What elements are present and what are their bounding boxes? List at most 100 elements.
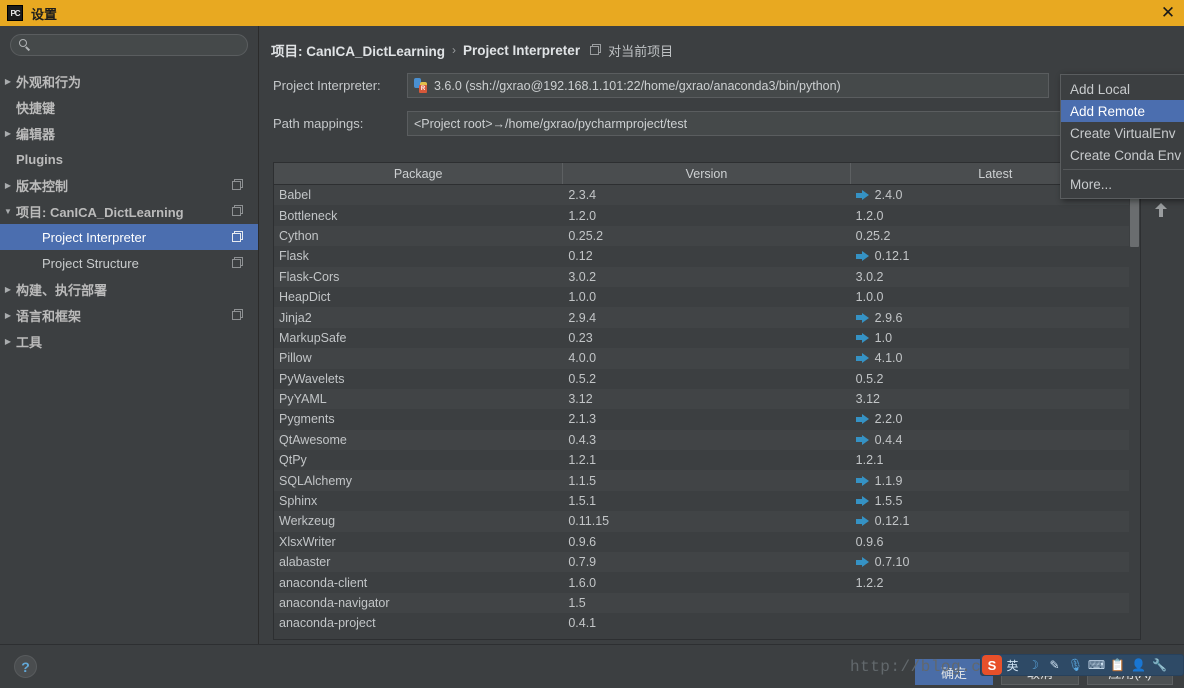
path-mappings-field[interactable]: <Project root>→/home/gxrao/pycharmprojec…	[407, 111, 1107, 136]
column-header-package[interactable]: Package	[274, 163, 564, 184]
breadcrumb-project[interactable]: 项目: CanICA_DictLearning	[271, 40, 445, 60]
table-row[interactable]: Werkzeug 0.11.15 0.12.1	[274, 511, 1140, 532]
table-row[interactable]: anaconda-navigator 1.5	[274, 592, 1140, 614]
table-row[interactable]: anaconda-client 1.6.0 1.2.2	[274, 572, 1140, 593]
search-input[interactable]	[37, 38, 237, 52]
cell-package: Flask	[279, 249, 309, 264]
ime-icon-7[interactable]: 🔧	[1149, 655, 1170, 675]
table-row[interactable]: Babel 2.3.4 2.4.0	[274, 185, 1140, 206]
interpreter-combo[interactable]: R 3.6.0 (ssh://gxrao@192.168.1.101:22/ho…	[407, 73, 1049, 98]
table-row[interactable]: MarkupSafe 0.23 1.0	[274, 327, 1140, 349]
window-title: 设置	[31, 6, 58, 22]
ime-toolbar: S 英 ☽ ✎ 🎙 ⌨ 📋 👤 🔧	[980, 654, 1184, 676]
chevron-down-icon[interactable]: ▼	[0, 207, 16, 216]
cell-package: SQLAlchemy	[279, 473, 352, 488]
ime-icon-2[interactable]: ✎	[1044, 655, 1065, 675]
sidebar-item-0[interactable]: ▶ 外观和行为	[0, 68, 258, 94]
table-row[interactable]: Flask-Cors 3.0.2 3.0.2	[274, 266, 1140, 287]
menu-item-1[interactable]: Add Remote	[1061, 100, 1184, 122]
cell-package: Cython	[279, 228, 319, 243]
sidebar-item-3[interactable]: Plugins	[0, 146, 258, 172]
menu-item-3[interactable]: Create Conda Env	[1061, 144, 1184, 166]
table-row[interactable]: Pillow 4.0.0 4.1.0	[274, 348, 1140, 369]
ime-icon-3[interactable]: 🎙	[1065, 655, 1086, 675]
chevron-right-icon[interactable]: ▶	[0, 181, 16, 190]
table-row[interactable]: Sphinx 1.5.1 1.5.5	[274, 490, 1140, 512]
copy-settings-icon[interactable]	[590, 44, 602, 56]
table-row[interactable]: QtPy 1.2.1 1.2.1	[274, 450, 1140, 471]
latest-version-text: 4.1.0	[874, 351, 903, 366]
cell-latest: 0.5.2	[851, 369, 1140, 389]
copy-settings-icon[interactable]	[232, 309, 244, 321]
ime-icon-0[interactable]: 英	[1002, 655, 1023, 675]
cell-version: 0.12	[568, 249, 593, 264]
cell-package: anaconda-project	[279, 616, 376, 631]
sidebar-item-7[interactable]: Project Structure	[0, 250, 258, 276]
column-header-version[interactable]: Version	[563, 163, 851, 184]
sidebar-item-8[interactable]: ▶ 构建、执行部署	[0, 276, 258, 302]
chevron-right-icon[interactable]: ▶	[0, 285, 16, 294]
help-button[interactable]: ?	[14, 655, 37, 678]
breadcrumb-scope-note: 对当前项目	[608, 43, 674, 59]
cell-latest: 0.9.6	[851, 532, 1140, 552]
ime-logo-icon[interactable]: S	[982, 655, 1002, 675]
sidebar-item-2[interactable]: ▶ 编辑器	[0, 120, 258, 146]
chevron-right-icon[interactable]: ▶	[0, 77, 16, 86]
sidebar-item-10[interactable]: ▶ 工具	[0, 328, 258, 354]
latest-version-text: 1.0	[874, 330, 893, 345]
table-row[interactable]: Cython 0.25.2 0.25.2	[274, 225, 1140, 247]
copy-settings-icon[interactable]	[232, 231, 244, 243]
table-row[interactable]: Pygments 2.1.3 2.2.0	[274, 409, 1140, 430]
table-row[interactable]: Jinja2 2.9.4 2.9.6	[274, 307, 1140, 328]
chevron-right-icon[interactable]: ▶	[0, 129, 16, 138]
table-row[interactable]: PyYAML 3.12 3.12	[274, 388, 1140, 410]
sidebar-item-4[interactable]: ▶ 版本控制	[0, 172, 258, 198]
cell-latest	[851, 593, 1140, 613]
table-row[interactable]: Bottleneck 1.2.0 1.2.0	[274, 205, 1140, 226]
sidebar-item-5[interactable]: ▼ 项目: CanICA_DictLearning	[0, 198, 258, 224]
upgrade-package-button[interactable]	[1146, 195, 1176, 225]
latest-version-text: 2.2.0	[874, 412, 903, 427]
cell-latest: 3.12	[851, 389, 1140, 409]
ime-icon-4[interactable]: ⌨	[1086, 655, 1107, 675]
table-row[interactable]: anaconda-project 0.4.1	[274, 613, 1140, 634]
table-row[interactable]: QtAwesome 0.4.3 0.4.4	[274, 429, 1140, 451]
sidebar-item-1[interactable]: 快捷键	[0, 94, 258, 120]
cell-version: 0.11.15	[568, 514, 610, 529]
table-row[interactable]: PyWavelets 0.5.2 0.5.2	[274, 368, 1140, 389]
table-row[interactable]: SQLAlchemy 1.1.5 1.1.9	[274, 470, 1140, 491]
search-box[interactable]	[10, 34, 248, 56]
sidebar-item-label: 项目: CanICA_DictLearning	[16, 204, 184, 220]
chevron-right-icon[interactable]: ▶	[0, 311, 16, 320]
menu-item-0[interactable]: Add Local	[1061, 78, 1184, 100]
sidebar-item-label: Project Interpreter	[42, 229, 147, 245]
breadcrumb-page: Project Interpreter	[463, 42, 581, 58]
menu-item-4[interactable]: More...	[1061, 173, 1184, 195]
close-icon[interactable]: ✕	[1158, 3, 1178, 23]
cell-latest: 1.0.0	[851, 287, 1140, 307]
table-row[interactable]: HeapDict 1.0.0 1.0.0	[274, 286, 1140, 308]
sidebar-item-6[interactable]: Project Interpreter	[0, 224, 258, 250]
cell-package: PyWavelets	[279, 371, 345, 386]
latest-version-text: 0.7.10	[874, 555, 910, 570]
cell-latest	[851, 613, 1140, 633]
cell-package: Babel	[279, 188, 311, 203]
sidebar-item-label: Project Structure	[42, 255, 139, 271]
cell-latest: 0.12.1	[851, 246, 1140, 266]
copy-settings-icon[interactable]	[232, 179, 244, 191]
ime-icon-1[interactable]: ☽	[1023, 655, 1044, 675]
copy-settings-icon[interactable]	[232, 205, 244, 217]
chevron-right-icon[interactable]: ▶	[0, 337, 16, 346]
sidebar-item-9[interactable]: ▶ 语言和框架	[0, 302, 258, 328]
interpreter-row: Project Interpreter: R 3.6.0 (ssh://gxra…	[260, 73, 1184, 98]
packages-scrollbar[interactable]	[1129, 185, 1140, 639]
table-row[interactable]: alabaster 0.7.9 0.7.10	[274, 552, 1140, 573]
upgrade-available-icon	[855, 190, 869, 201]
ime-icon-5[interactable]: 📋	[1107, 655, 1128, 675]
table-row[interactable]: Flask 0.12 0.12.1	[274, 246, 1140, 267]
menu-item-2[interactable]: Create VirtualEnv	[1061, 122, 1184, 144]
table-row[interactable]: XlsxWriter 0.9.6 0.9.6	[274, 531, 1140, 553]
ime-icon-6[interactable]: 👤	[1128, 655, 1149, 675]
cell-package: Pygments	[279, 412, 335, 427]
copy-settings-icon[interactable]	[232, 257, 244, 269]
